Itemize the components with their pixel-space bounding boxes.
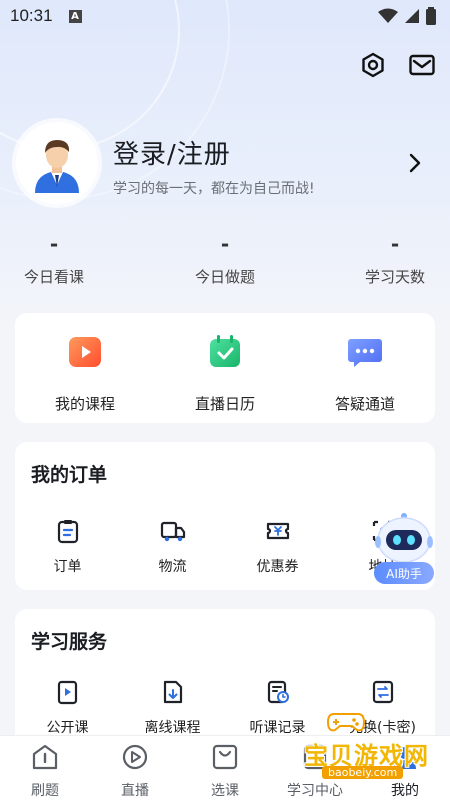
wifi-icon (378, 8, 398, 23)
tab-label: 直播 (121, 783, 149, 799)
quick-action-label: 我的课程 (54, 395, 115, 413)
live-play-icon (122, 744, 148, 770)
battery-icon (426, 7, 436, 25)
status-bar: 10:31 A (0, 0, 450, 32)
course-bag-icon (212, 744, 238, 770)
tab-live[interactable]: 直播 (90, 742, 180, 800)
open-course-icon (57, 680, 77, 705)
stat-label: 学习天数 (364, 268, 425, 286)
stat-label: 今日看课 (23, 268, 84, 286)
stat-value: - (390, 232, 400, 256)
orders-button[interactable]: 订单 (15, 518, 120, 576)
avatar[interactable] (16, 122, 98, 204)
tab-label: 刷题 (31, 783, 59, 799)
stat-today-questions[interactable]: - 今日做题 (155, 232, 295, 287)
profile-icon (394, 747, 416, 769)
history-record-icon (267, 680, 289, 704)
play-video-icon (69, 337, 101, 367)
services-card: 学习服务 公开课 离线课程 听课记录 兑换(卡密) (15, 609, 435, 749)
profile-motto: 学习的每一天，都在为自己而战! (113, 181, 315, 197)
logistics-button[interactable]: 物流 (120, 518, 225, 576)
stat-today-watch[interactable]: - 今日看课 (0, 232, 124, 287)
practice-icon (32, 744, 58, 770)
tab-practice[interactable]: 刷题 (0, 742, 90, 800)
truck-icon (160, 521, 185, 542)
service-item-label: 离线课程 (144, 720, 201, 736)
my-courses-button[interactable]: 我的课程 (15, 333, 155, 414)
tab-mine[interactable]: 我的 (360, 742, 450, 800)
tab-label: 学习中心 (287, 783, 343, 799)
coupon-icon (266, 522, 289, 540)
listening-history-button[interactable]: 听课记录 (225, 679, 330, 737)
order-item-label: 订单 (53, 559, 82, 575)
offline-course-button[interactable]: 离线课程 (120, 679, 225, 737)
robot-icon (375, 513, 433, 563)
study-center-icon (303, 744, 327, 770)
login-register-link[interactable]: 登录/注册 (113, 134, 231, 171)
service-item-label: 听课记录 (249, 720, 306, 736)
service-item-label: 公开课 (46, 720, 89, 736)
signal-icon (405, 9, 419, 23)
ai-helper-label: AI助手 (374, 562, 434, 584)
service-item-label: 兑换(卡密) (349, 720, 416, 736)
settings-button[interactable] (358, 50, 388, 80)
status-time: 10:31 (10, 6, 53, 25)
services-title: 学习服务 (31, 631, 108, 653)
tab-study-center[interactable]: 学习中心 (270, 742, 360, 800)
quick-actions-card: 我的课程 直播日历 答疑通道 (15, 313, 435, 423)
notification-icon: A (68, 9, 82, 23)
live-calendar-button[interactable]: 直播日历 (155, 333, 295, 414)
offline-download-icon (163, 680, 182, 704)
chevron-right-icon[interactable] (404, 152, 426, 174)
study-stats: - 今日看课 - 今日做题 - 学习天数 (0, 232, 450, 292)
clipboard-icon (57, 520, 78, 544)
message-button[interactable] (407, 50, 437, 80)
open-course-button[interactable]: 公开课 (15, 679, 120, 737)
ai-helper-button[interactable]: AI助手 (372, 510, 436, 586)
order-item-label: 物流 (158, 559, 187, 575)
quick-action-label: 答疑通道 (334, 395, 395, 413)
stat-label: 今日做题 (194, 268, 255, 286)
coupons-button[interactable]: 优惠券 (225, 518, 330, 576)
stat-study-days[interactable]: - 学习天数 (325, 232, 450, 287)
order-item-label: 优惠券 (256, 559, 299, 575)
stat-value: - (220, 232, 230, 256)
exchange-icon (372, 680, 393, 704)
chat-bubble-icon (348, 339, 382, 367)
mail-icon (409, 54, 435, 76)
tab-label: 选课 (211, 783, 239, 799)
bottom-tab-bar: 刷题 直播 选课 学习中心 我的 (0, 735, 450, 800)
qa-channel-button[interactable]: 答疑通道 (295, 333, 435, 414)
orders-title: 我的订单 (31, 464, 108, 486)
quick-action-label: 直播日历 (194, 395, 255, 413)
default-avatar-icon (35, 140, 79, 193)
calendar-check-icon (210, 335, 240, 367)
profile-section[interactable]: 登录/注册 学习的每一天，都在为自己而战! (16, 122, 436, 206)
redeem-card-button[interactable]: 兑换(卡密) (330, 679, 435, 737)
stat-value: - (49, 232, 59, 256)
tab-courses[interactable]: 选课 (180, 742, 270, 800)
tab-label: 我的 (391, 783, 419, 799)
hexagon-settings-icon (362, 52, 384, 78)
